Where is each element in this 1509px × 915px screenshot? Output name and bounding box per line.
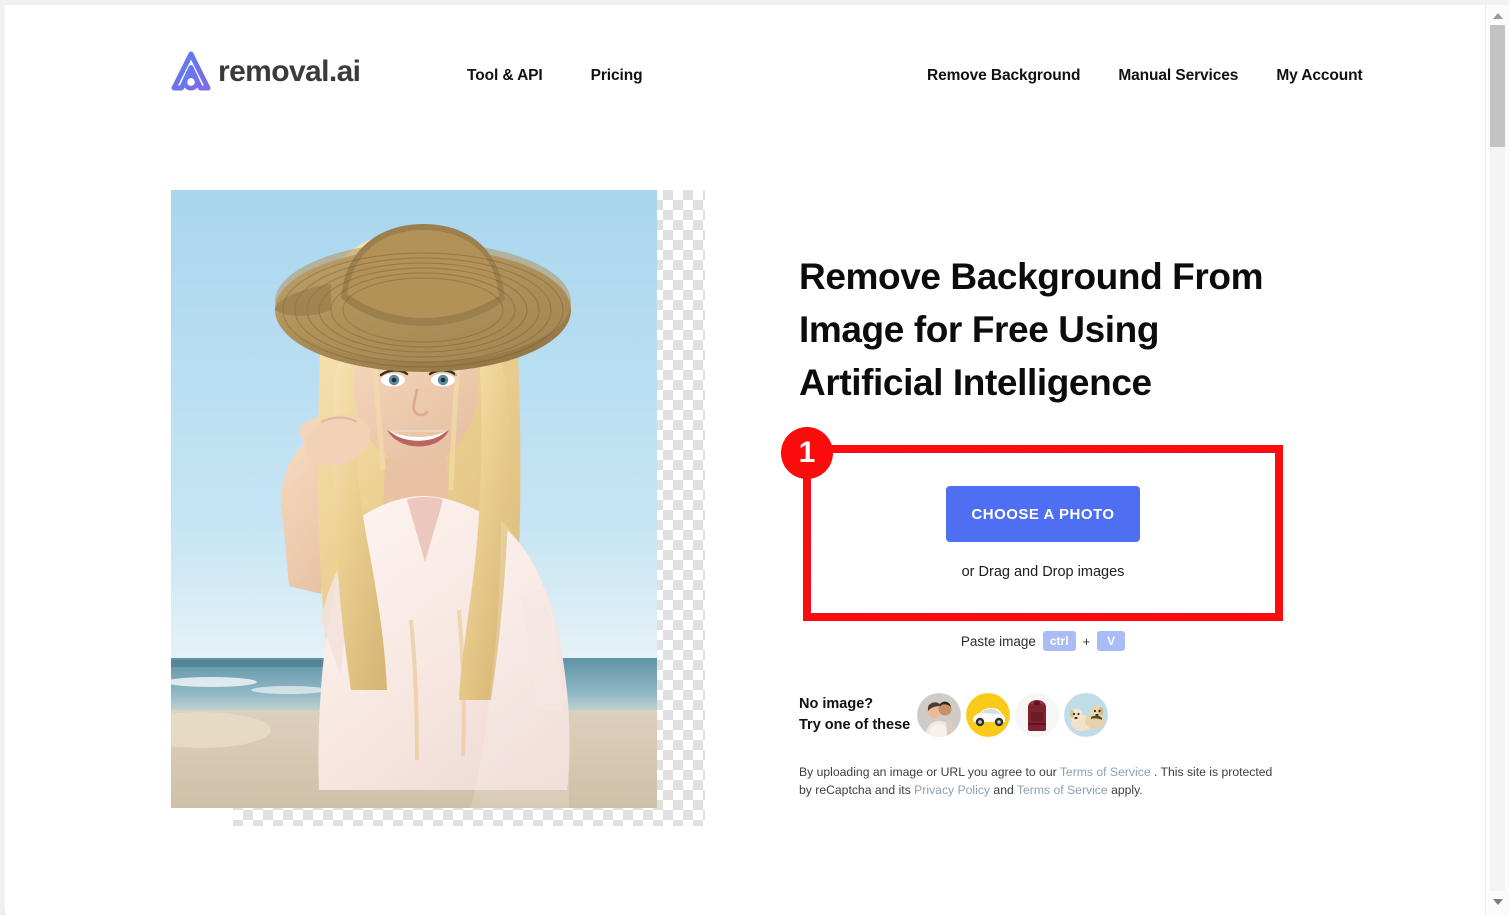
primary-nav-left: Tool & API Pricing [467,67,643,85]
sample-thumb-couple[interactable] [917,693,961,737]
nav-item-pricing[interactable]: Pricing [591,67,643,85]
dogs-photo-icon [1064,693,1108,737]
brand-wordmark: removal.ai [218,55,361,88]
sample-images-section: No image? Try one of these [799,693,1108,737]
page-viewport: removal.ai Tool & API Pricing Remove Bac… [5,5,1485,915]
browser-window: removal.ai Tool & API Pricing Remove Bac… [0,0,1509,915]
choose-a-photo-button[interactable]: CHOOSE A PHOTO [946,486,1140,542]
before-after-showcase [171,190,705,826]
legal-text-part-4: apply. [1107,783,1143,797]
terms-of-service-link-1[interactable]: Terms of Service [1060,765,1151,779]
nav-item-tool-api[interactable]: Tool & API [467,67,543,85]
sample-thumbnail-list [917,693,1108,737]
paste-image-label: Paste image [960,633,1036,649]
key-separator: + [1082,633,1091,649]
scroll-down-arrow-icon[interactable] [1486,893,1509,911]
legal-disclaimer: By uploading an image or URL you agree t… [799,763,1279,799]
sample-images-label: No image? Try one of these [799,694,917,736]
key-v: V [1097,631,1126,651]
legal-text-part-1: By uploading an image or URL you agree t… [799,765,1060,779]
showcase-photo [171,190,657,808]
backpack-photo-icon [1015,693,1059,737]
nav-item-manual-services[interactable]: Manual Services [1118,67,1238,85]
nav-item-my-account[interactable]: My Account [1276,67,1362,85]
drag-and-drop-hint: or Drag and Drop images [961,564,1125,580]
key-ctrl: ctrl [1042,631,1076,651]
car-photo-icon [966,693,1010,737]
page-scrollbar[interactable] [1485,5,1509,915]
scroll-up-arrow-icon[interactable] [1486,7,1509,25]
site-header: removal.ai Tool & API Pricing Remove Bac… [5,5,1485,145]
sample-label-line-1: No image? [799,696,874,712]
nav-item-remove-background[interactable]: Remove Background [927,67,1080,85]
page-title: Remove Background From Image for Free Us… [799,256,1264,403]
privacy-policy-link[interactable]: Privacy Policy [914,783,990,797]
removal-ai-logo-icon [170,50,212,94]
sample-thumb-backpack[interactable] [1015,693,1059,737]
sample-thumb-car[interactable] [966,693,1010,737]
upload-dropzone[interactable]: CHOOSE A PHOTO or Drag and Drop images [811,453,1275,613]
primary-nav-right: Remove Background Manual Services My Acc… [927,67,1363,85]
scrollbar-thumb[interactable] [1490,25,1505,147]
brand-logo-link[interactable]: removal.ai [170,50,361,94]
couple-photo-icon [917,693,961,737]
legal-text-part-3: and [990,783,1017,797]
paste-image-hint: Paste image ctrl + V [803,631,1283,651]
scrollbar-track[interactable] [1490,25,1505,891]
sample-thumb-dogs[interactable] [1064,693,1108,737]
annotation-step-badge: 1 [781,427,833,479]
sample-label-line-2: Try one of these [799,717,911,733]
terms-of-service-link-2[interactable]: Terms of Service [1017,783,1108,797]
hero-section: Remove Background From Image for Free Us… [799,250,1319,409]
